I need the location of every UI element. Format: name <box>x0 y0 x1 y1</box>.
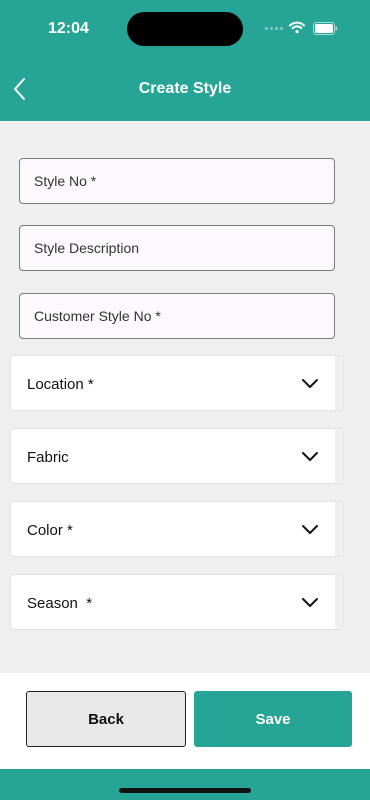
color-dropdown[interactable]: Color * <box>10 501 344 557</box>
status-time: 12:04 <box>48 20 89 37</box>
dropdown-edge <box>335 429 343 483</box>
fabric-dropdown[interactable]: Fabric <box>10 428 344 484</box>
style-no-field[interactable] <box>19 158 335 204</box>
battery-icon <box>313 22 338 35</box>
style-description-field[interactable] <box>19 225 335 271</box>
season-dropdown-label: Season * <box>27 595 93 612</box>
style-no-input[interactable] <box>20 159 334 203</box>
header-bar: 12:04 Create Style <box>0 0 370 121</box>
dropdown-edge <box>335 575 343 629</box>
chevron-down-icon <box>302 379 318 388</box>
style-description-input[interactable] <box>20 226 334 270</box>
back-button[interactable]: Back <box>26 691 186 747</box>
chevron-down-icon <box>302 525 318 534</box>
chevron-down-icon <box>302 452 318 461</box>
location-dropdown-label: Location * <box>27 376 94 393</box>
dropdown-edge <box>335 356 343 410</box>
color-dropdown-label: Color * <box>27 522 73 539</box>
dropdown-edge <box>335 502 343 556</box>
save-button[interactable]: Save <box>194 691 352 747</box>
customer-style-no-input[interactable] <box>20 294 334 338</box>
page-title: Create Style <box>138 80 232 97</box>
customer-style-no-field[interactable] <box>19 293 335 339</box>
chevron-down-icon <box>302 598 318 607</box>
season-dropdown[interactable]: Season * <box>10 574 344 630</box>
cellular-signal-icon <box>265 27 283 30</box>
home-indicator[interactable] <box>119 788 251 793</box>
fabric-dropdown-label: Fabric <box>27 449 69 466</box>
wifi-icon <box>289 21 305 34</box>
footer-bar <box>0 769 370 800</box>
dynamic-island <box>127 12 243 46</box>
location-dropdown[interactable]: Location * <box>10 355 344 411</box>
